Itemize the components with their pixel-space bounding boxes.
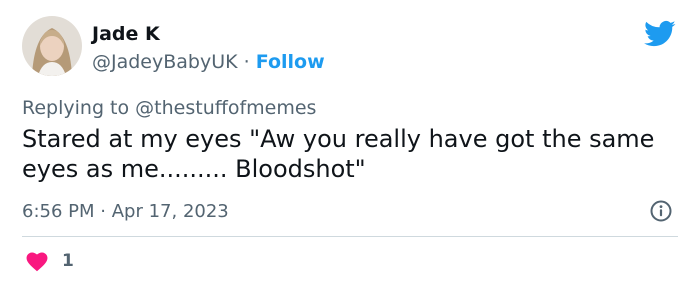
twitter-bird-icon[interactable] (644, 20, 676, 48)
heart-icon[interactable] (26, 252, 48, 272)
follow-button[interactable]: Follow (256, 51, 325, 73)
reply-prefix: Replying to (22, 97, 130, 119)
avatar-image (22, 16, 82, 76)
author-name[interactable]: Jade K (92, 22, 160, 46)
tweet-text: Stared at my eyes "Aw you really have go… (22, 125, 655, 183)
tweet-time: 6:56 PM (22, 201, 95, 222)
tweet-timestamp[interactable]: 6:56 PM · Apr 17, 2023 (22, 200, 229, 224)
divider (22, 236, 678, 237)
avatar[interactable] (22, 16, 82, 76)
reply-to-handle[interactable]: @thestuffofmemes (135, 97, 316, 119)
separator-dot: · (100, 201, 106, 222)
reply-line: Replying to @thestuffofmemes (22, 96, 316, 120)
author-handle-line: @JadeyBabyUK · Follow (92, 50, 325, 74)
separator-dot: · (243, 51, 250, 73)
tweet-card: Jade K @JadeyBabyUK · Follow Replying to… (0, 0, 700, 288)
info-icon[interactable] (650, 200, 672, 222)
like-count: 1 (62, 251, 74, 271)
tweet-date: Apr 17, 2023 (111, 201, 229, 222)
author-handle[interactable]: @JadeyBabyUK (92, 51, 238, 73)
